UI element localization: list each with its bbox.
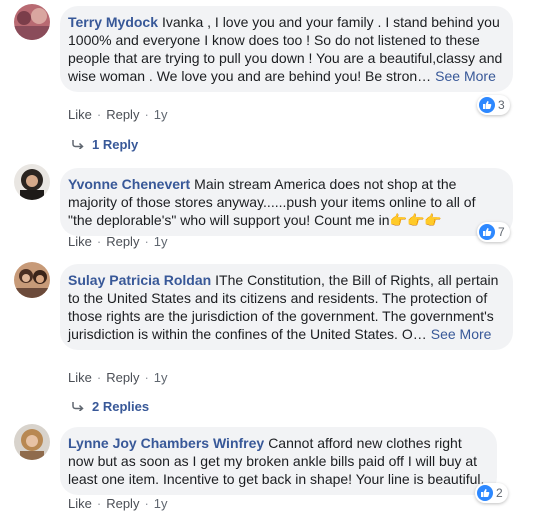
avatar[interactable] [14, 4, 50, 40]
pointing-hands-emoji: 👉👉👉 [389, 212, 442, 228]
comment-bubble: Yvonne Chenevert Main stream America does… [60, 168, 513, 236]
avatar-image [14, 262, 50, 298]
like-link[interactable]: Like [68, 107, 92, 122]
separator-dot: · [144, 370, 149, 385]
separator-dot: · [96, 496, 102, 511]
avatar-image [14, 164, 50, 200]
like-link[interactable]: Like [68, 234, 92, 249]
replies-label: 1 Reply [92, 137, 139, 152]
comment-actions: Like · Reply · 1y [68, 234, 168, 249]
like-link[interactable]: Like [68, 496, 92, 511]
thumbs-up-icon [479, 224, 495, 240]
reply-arrow-icon [72, 399, 84, 414]
separator-dot: · [96, 234, 102, 249]
avatar-image [14, 424, 50, 460]
reaction-count[interactable]: 3 [477, 95, 510, 115]
comment-author[interactable]: Lynne Joy Chambers Winfrey [68, 435, 264, 451]
timestamp[interactable]: 1y [154, 370, 168, 385]
see-more-link[interactable]: See More [435, 68, 496, 84]
timestamp[interactable]: 1y [154, 496, 168, 511]
separator-dot: · [96, 107, 102, 122]
view-replies-link[interactable]: 2 Replies [72, 399, 149, 414]
comment-bubble: Lynne Joy Chambers Winfrey Cannot afford … [60, 427, 497, 495]
timestamp[interactable]: 1y [154, 107, 168, 122]
avatar-image [14, 4, 50, 40]
see-more-link[interactable]: See More [431, 326, 492, 342]
reply-link[interactable]: Reply [106, 234, 139, 249]
reaction-count[interactable]: 7 [477, 222, 510, 242]
comment-author[interactable]: Sulay Patricia Roldan [68, 272, 211, 288]
separator-dot: · [144, 496, 149, 511]
reaction-number: 7 [498, 225, 505, 239]
comment-actions: Like · Reply · 1y [68, 496, 168, 511]
timestamp[interactable]: 1y [154, 234, 168, 249]
avatar[interactable] [14, 262, 50, 298]
reaction-count[interactable]: 2 [475, 483, 508, 503]
comment-actions: Like · Reply · 1y [68, 107, 168, 122]
separator-dot: · [144, 234, 149, 249]
reply-link[interactable]: Reply [106, 496, 139, 511]
reaction-number: 2 [496, 486, 503, 500]
comment-author[interactable]: Terry Mydock [68, 14, 158, 30]
reply-link[interactable]: Reply [106, 370, 139, 385]
reply-link[interactable]: Reply [106, 107, 139, 122]
comment-actions: Like · Reply · 1y [68, 370, 168, 385]
avatar[interactable] [14, 164, 50, 200]
comment-bubble: Sulay Patricia Roldan IThe Constitution, … [60, 264, 513, 350]
comment-bubble: Terry Mydock Ivanka , I love you and your… [60, 6, 513, 92]
reply-arrow-icon [72, 137, 84, 152]
like-link[interactable]: Like [68, 370, 92, 385]
view-replies-link[interactable]: 1 Reply [72, 137, 138, 152]
thumbs-up-icon [477, 485, 493, 501]
replies-label: 2 Replies [92, 399, 150, 414]
reaction-number: 3 [498, 98, 505, 112]
thumbs-up-icon [479, 97, 495, 113]
separator-dot: · [144, 107, 149, 122]
avatar[interactable] [14, 424, 50, 460]
separator-dot: · [96, 370, 102, 385]
comment-author[interactable]: Yvonne Chenevert [68, 176, 190, 192]
